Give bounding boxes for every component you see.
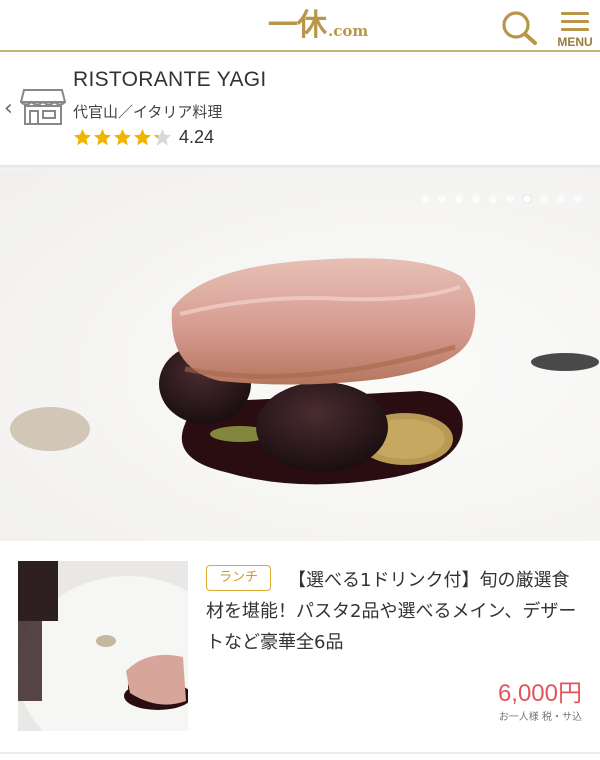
restaurant-category: 代官山／イタリア料理 xyxy=(73,103,223,121)
carousel-dot[interactable] xyxy=(574,195,582,203)
carousel-dot[interactable] xyxy=(438,195,446,203)
logo-mark: 一休 xyxy=(268,8,327,43)
star-icon xyxy=(93,128,112,146)
carousel-dot[interactable] xyxy=(455,195,463,203)
rating-value: 4.24 xyxy=(179,127,215,147)
star-icon xyxy=(113,128,132,146)
menu-label: MENU xyxy=(557,35,593,49)
star-icon xyxy=(73,128,92,146)
carousel-dots xyxy=(412,195,582,203)
star-icon xyxy=(133,128,152,146)
ikyu-logo[interactable]: 一休 .com xyxy=(268,10,368,42)
search-icon xyxy=(502,11,537,45)
restaurant-name: RISTORANTE YAGI xyxy=(73,68,267,91)
divider xyxy=(0,752,600,754)
carousel-dot[interactable] xyxy=(506,195,514,203)
course-card[interactable]: ランチ 【選べる1ドリンク付】旬の厳選食材を堪能！パスタ2品や選べるメイン、デザ… xyxy=(0,541,600,760)
menu-button[interactable]: MENU xyxy=(552,8,598,49)
course-thumbnail[interactable] xyxy=(18,561,188,731)
carousel-dot[interactable] xyxy=(540,195,548,203)
rating-stars xyxy=(73,128,173,147)
carousel-dot[interactable] xyxy=(523,195,531,203)
course-title[interactable]: 【選べる1ドリンク付】旬の厳選食材を堪能！パスタ2品や選べるメイン、デザートなど… xyxy=(206,565,586,658)
carousel-dot[interactable] xyxy=(472,195,480,203)
carousel-dot[interactable] xyxy=(489,195,497,203)
search-button[interactable] xyxy=(498,8,542,46)
hero-image[interactable] xyxy=(0,169,600,541)
rating-row: 4.24 xyxy=(73,127,214,148)
star-icon xyxy=(153,128,172,146)
hamburger-icon xyxy=(561,12,589,36)
course-price: 6,000円 xyxy=(497,680,582,707)
store-icon xyxy=(20,89,66,125)
carousel-dot[interactable] xyxy=(421,195,429,203)
dish-photo xyxy=(0,169,600,541)
back-chevron-icon[interactable]: ‹ xyxy=(4,96,13,121)
restaurant-info: ‹ RISTORANTE YAGI 代官山／イタリア料理 4.24 xyxy=(0,54,600,166)
course-photo xyxy=(18,561,188,731)
app-header: 一休 .com MENU xyxy=(0,0,600,52)
logo-suffix: .com xyxy=(328,22,369,40)
carousel-dot[interactable] xyxy=(557,195,565,203)
price-note: お一人様 税・サ込 xyxy=(498,712,582,723)
